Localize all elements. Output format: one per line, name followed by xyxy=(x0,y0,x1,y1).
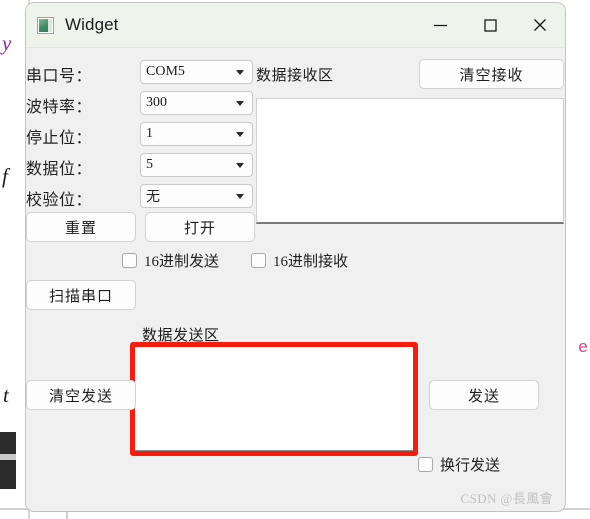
qt-app-icon-square xyxy=(39,18,48,32)
checkbox-box-icon xyxy=(251,253,266,268)
maximize-button[interactable] xyxy=(465,3,515,47)
label-port-number: 串口号： xyxy=(26,68,93,85)
background-letter-y: y xyxy=(2,31,12,55)
chevron-down-icon xyxy=(236,101,244,106)
parity-bits-select[interactable]: 无 xyxy=(140,184,253,208)
chevron-down-icon xyxy=(236,70,244,75)
watermark: CSDN @長風會 xyxy=(460,491,553,506)
minimize-icon xyxy=(433,18,448,33)
checkbox-box-icon xyxy=(122,253,137,268)
port-number-value: COM5 xyxy=(146,64,185,79)
hex-receive-label: 16进制接收 xyxy=(273,254,349,270)
clear-send-button[interactable]: 清空发送 xyxy=(26,380,136,410)
parity-bits-value: 无 xyxy=(146,190,160,205)
chevron-down-icon xyxy=(236,132,244,137)
send-textarea[interactable] xyxy=(134,346,414,452)
receive-textarea[interactable] xyxy=(256,98,564,224)
close-button[interactable] xyxy=(515,3,565,47)
scan-port-button[interactable]: 扫描串口 xyxy=(26,280,136,310)
background-scrollbar-thumb xyxy=(0,454,16,460)
hex-send-label: 16进制发送 xyxy=(144,254,220,270)
send-area-label: 数据发送区 xyxy=(142,328,220,344)
label-stop-bits: 停止位： xyxy=(26,130,93,147)
data-bits-select[interactable]: 5 xyxy=(140,153,253,177)
chevron-down-icon xyxy=(236,163,244,168)
background-dark-panel xyxy=(0,432,16,489)
background-letter-t: t xyxy=(3,383,9,407)
window-controls xyxy=(415,3,565,47)
clear-receive-button[interactable]: 清空接收 xyxy=(419,59,564,89)
qt-app-icon xyxy=(37,16,54,34)
label-data-bits: 数据位： xyxy=(26,161,93,178)
qt-app-icon-bar xyxy=(48,18,52,32)
label-baud-rate: 波特率： xyxy=(26,99,93,116)
window-titlebar[interactable]: Widget xyxy=(26,3,565,48)
stop-bits-select[interactable]: 1 xyxy=(140,122,253,146)
baud-rate-select[interactable]: 300 xyxy=(140,91,253,115)
window-client-area: 串口号： 波特率： 停止位： 数据位： 校验位： COM5 300 1 5 无 … xyxy=(26,48,565,511)
data-bits-value: 5 xyxy=(146,157,153,172)
send-button[interactable]: 发送 xyxy=(429,380,539,410)
background-letter-f: f xyxy=(2,164,8,188)
screenshot-root: y f t e Widget 串口号： 波特率： 停止位： 数据位： 校验位： … xyxy=(0,0,590,519)
newline-send-checkbox[interactable]: 换行发送 xyxy=(418,454,500,475)
checkbox-box-icon xyxy=(418,457,433,472)
open-button[interactable]: 打开 xyxy=(145,212,255,242)
chevron-down-icon xyxy=(236,194,244,199)
newline-send-label: 换行发送 xyxy=(440,458,501,474)
port-number-select[interactable]: COM5 xyxy=(140,60,253,84)
baud-rate-value: 300 xyxy=(146,95,167,110)
reset-button[interactable]: 重置 xyxy=(26,212,136,242)
label-parity-bits: 校验位： xyxy=(26,192,93,209)
background-letter-e: e xyxy=(578,339,589,358)
close-icon xyxy=(532,17,548,33)
maximize-icon xyxy=(483,18,498,33)
app-window: Widget 串口号： 波特率： 停止位： 数据位： 校验位： COM5 300… xyxy=(25,2,566,512)
minimize-button[interactable] xyxy=(415,3,465,47)
hex-send-checkbox[interactable]: 16进制发送 xyxy=(122,250,219,271)
stop-bits-value: 1 xyxy=(146,126,153,141)
receive-area-label: 数据接收区 xyxy=(256,68,334,84)
hex-receive-checkbox[interactable]: 16进制接收 xyxy=(251,250,348,271)
window-title: Widget xyxy=(65,15,119,34)
